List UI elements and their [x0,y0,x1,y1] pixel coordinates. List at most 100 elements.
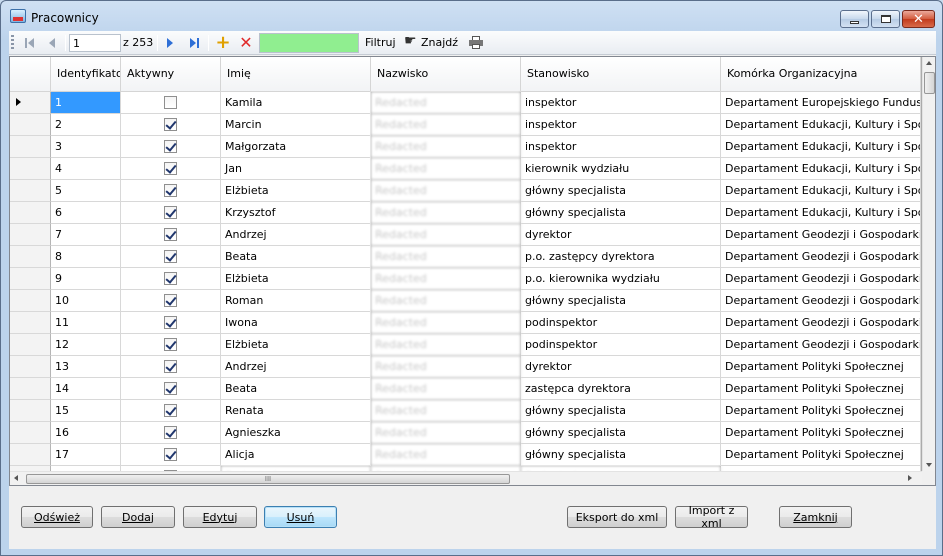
cell-position[interactable]: główny specjalista [521,290,721,312]
cell-unit[interactable]: Departament Geodezji i Gospodarki Nieruc… [721,290,921,312]
cell-active[interactable] [121,114,221,136]
cell-unit[interactable]: Departament Polityki Społecznej [721,378,921,400]
cell-id[interactable]: 12 [51,334,121,356]
cell-position[interactable]: inspektor [521,114,721,136]
cell-active[interactable] [121,312,221,334]
table-row[interactable]: 2 Marcin Redacted inspektor Departament Eduk… [10,114,921,136]
row-header[interactable] [10,158,51,180]
table-row[interactable]: 3 Małgorzata Redacted inspektor Departament … [10,136,921,158]
cell-unit[interactable]: Departament Geodezji i Gospodarki Nieruc… [721,312,921,334]
move-next-button[interactable] [161,34,179,52]
cell-unit[interactable]: Departament Geodezji i Gospodarki Nieruc… [721,224,921,246]
cell-position[interactable]: dyrektor [521,356,721,378]
cell-position[interactable]: główny specjalista [521,444,721,466]
scroll-up-icon[interactable] [926,61,932,65]
active-checkbox[interactable] [164,96,177,109]
cell-active[interactable] [121,136,221,158]
row-header[interactable] [10,92,51,114]
cell-active[interactable] [121,92,221,114]
cell-unit[interactable]: Departament Geodezji i Gospodarki Nieruc… [721,334,921,356]
cell-id[interactable]: 16 [51,422,121,444]
table-row[interactable]: 4 Jan Redacted kierownik wydziału Departamen… [10,158,921,180]
cell-position[interactable]: p.o. zastępcy dyrektora [521,246,721,268]
active-checkbox[interactable] [164,404,177,417]
active-checkbox[interactable] [164,316,177,329]
cell-position[interactable]: p.o. kierownika wydziału [521,268,721,290]
cell-active[interactable] [121,422,221,444]
cell-active[interactable] [121,400,221,422]
active-checkbox[interactable] [164,360,177,373]
import-xml-button[interactable]: Import z xml [675,504,748,530]
cell-unit[interactable]: Departament Geodezji i Gospodarki Nieruc… [721,268,921,290]
vertical-scrollbar[interactable] [922,57,935,471]
row-header[interactable] [10,444,51,466]
cell-unit[interactable]: Departament Polityki Społecznej [721,444,921,466]
table-row[interactable]: 11 Iwona Redacted podinspektor Departament G… [10,312,921,334]
cell-position[interactable]: dyrektor [521,224,721,246]
cell-active[interactable] [121,268,221,290]
cell-last-name[interactable]: Redacted [371,224,521,246]
delete-item-button[interactable]: ✕ [236,34,256,52]
cell-position[interactable]: główny specjalista [521,422,721,444]
cell-last-name[interactable]: Redacted [371,400,521,422]
row-header[interactable] [10,400,51,422]
cell-unit[interactable]: Departament Europejskiego Funduszu Społe… [721,92,921,114]
cell-position[interactable]: podinspektor [521,334,721,356]
cell-id[interactable]: 17 [51,444,121,466]
table-row[interactable]: 15 Renata Redacted główny specjalista Depart… [10,400,921,422]
row-header-corner[interactable] [10,57,51,92]
active-checkbox[interactable] [164,250,177,263]
minimize-button[interactable] [840,10,869,28]
position-input[interactable] [69,34,121,52]
cell-first-name[interactable]: Iwona [221,312,371,334]
cell-first-name[interactable]: Roman [221,290,371,312]
active-checkbox[interactable] [164,448,177,461]
title-bar[interactable]: Pracownicy ✕ [1,1,942,31]
cell-last-name[interactable]: Redacted [371,290,521,312]
scroll-down-icon[interactable] [926,463,932,467]
cell-first-name[interactable]: Krzysztof [221,202,371,224]
cell-position[interactable]: główny specjalista [521,180,721,202]
cell-unit[interactable]: Departament Edukacji, Kultury i Sportu [721,202,921,224]
active-checkbox[interactable] [164,426,177,439]
active-checkbox[interactable] [164,338,177,351]
cell-unit[interactable]: Departament Edukacji, Kultury i Sportu [721,180,921,202]
cell-first-name[interactable]: Marcin [221,114,371,136]
cell-unit[interactable]: Departament Geodezji i Gospodarki Nieruc… [721,246,921,268]
cell-active[interactable] [121,180,221,202]
edit-button[interactable]: Edytuj [183,506,257,528]
cell-id[interactable]: 4 [51,158,121,180]
cell-id[interactable]: 9 [51,268,121,290]
cell-position[interactable]: podinspektor [521,312,721,334]
active-checkbox[interactable] [164,206,177,219]
cell-position[interactable]: inspektor [521,92,721,114]
cell-unit[interactable]: Departament Polityki Społecznej [721,356,921,378]
cell-last-name[interactable]: Redacted [371,246,521,268]
row-header[interactable] [10,136,51,158]
cell-id[interactable]: 10 [51,290,121,312]
cell-last-name[interactable]: Redacted [371,114,521,136]
active-checkbox[interactable] [164,228,177,241]
cell-id[interactable]: 11 [51,312,121,334]
close-window-button[interactable]: ✕ [902,10,935,28]
row-header[interactable] [10,290,51,312]
row-header[interactable] [10,224,51,246]
cell-id[interactable]: 2 [51,114,121,136]
cell-active[interactable] [121,356,221,378]
table-row[interactable]: 5 Elżbieta Redacted główny specjalista Depar… [10,180,921,202]
scroll-left-icon[interactable] [14,475,18,481]
find-button[interactable]: Znajdź [421,36,458,49]
cell-unit[interactable]: Departament Edukacji, Kultury i Sportu [721,158,921,180]
cell-position[interactable]: główny specjalista [521,400,721,422]
add-button[interactable]: Dodaj [101,506,175,528]
cell-id[interactable]: 1 [51,92,121,114]
cell-first-name[interactable]: Jan [221,158,371,180]
cell-last-name[interactable]: Redacted [371,268,521,290]
cell-first-name[interactable]: Elżbieta [221,180,371,202]
cell-last-name[interactable]: Redacted [371,202,521,224]
maximize-button[interactable] [871,10,900,28]
cell-last-name[interactable]: Redacted [371,378,521,400]
table-row[interactable]: 8 Beata Redacted p.o. zastępcy dyrektora Dep… [10,246,921,268]
cell-first-name[interactable]: Renata [221,400,371,422]
cell-unit[interactable]: Departament Edukacji, Kultury i Sportu [721,114,921,136]
